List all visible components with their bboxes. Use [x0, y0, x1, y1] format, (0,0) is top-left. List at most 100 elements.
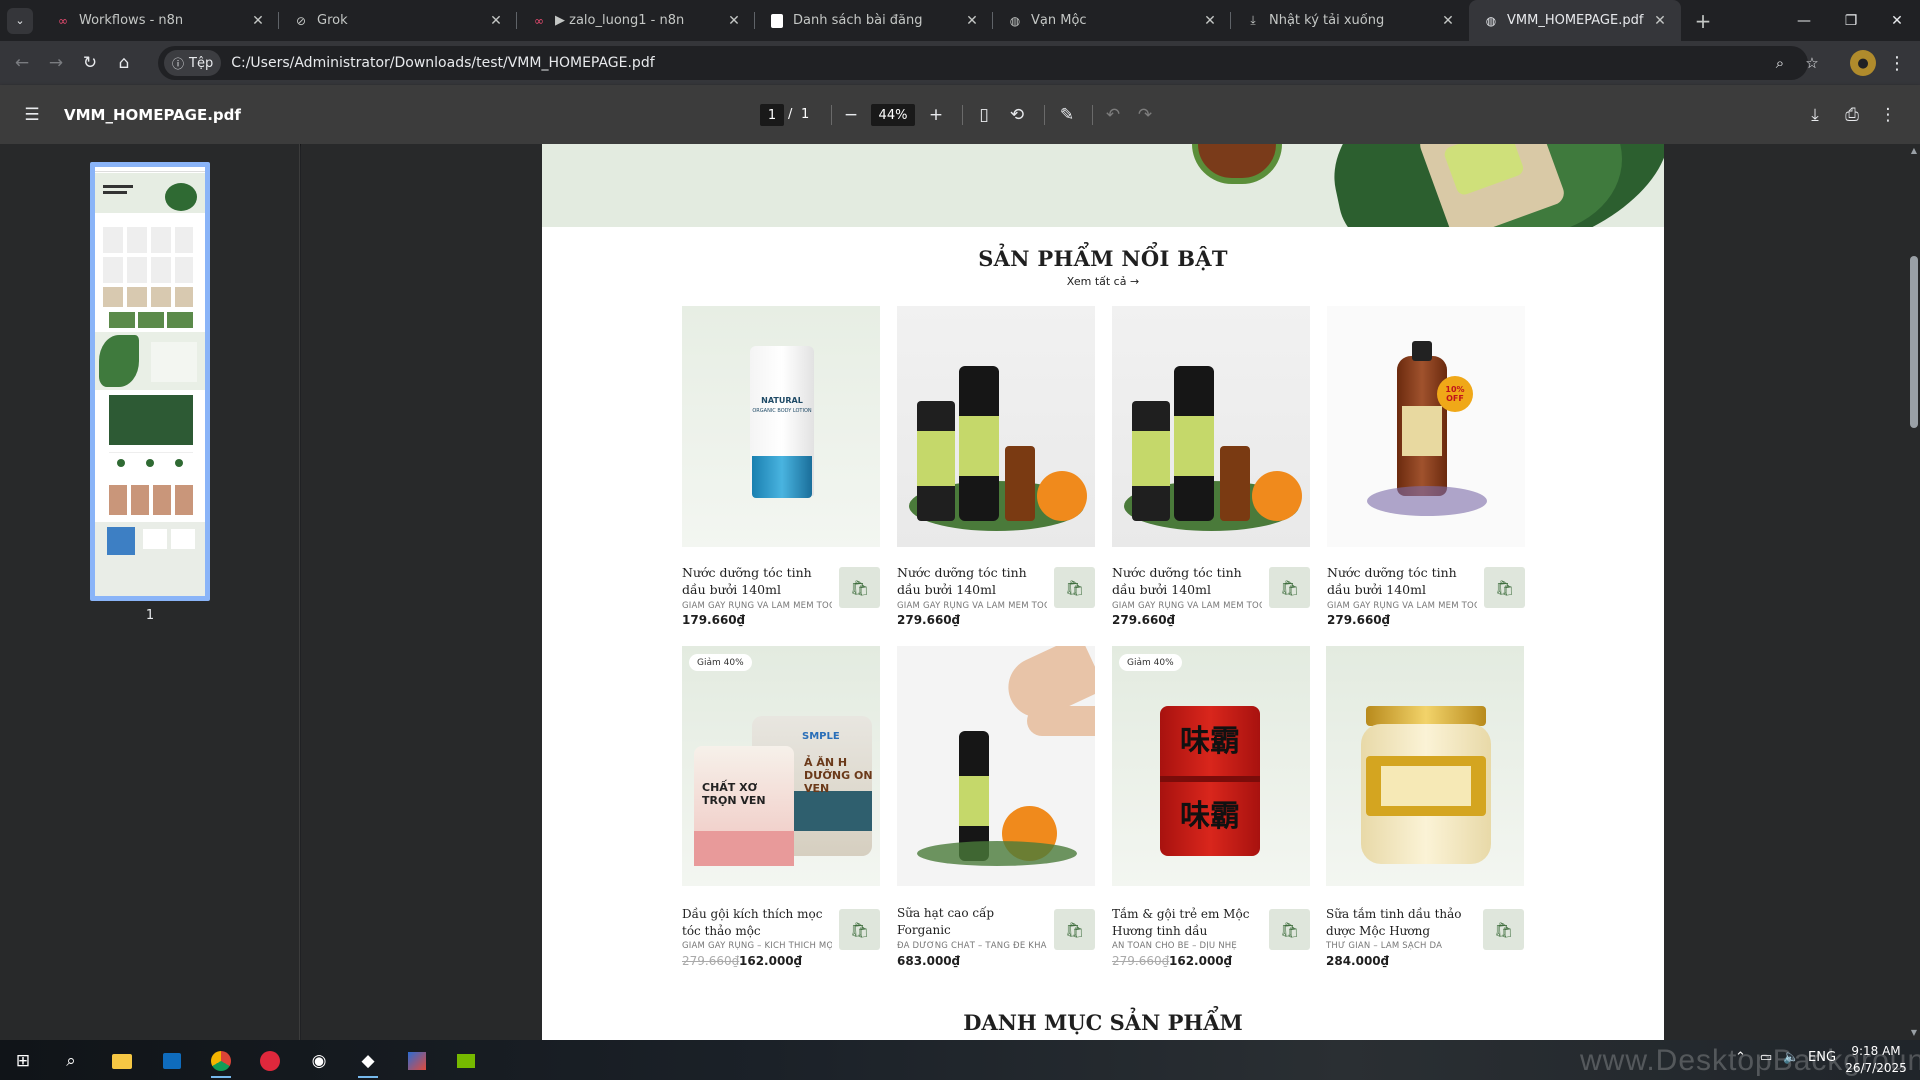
windows-start-icon[interactable]: ⊞ [3, 1044, 43, 1078]
bookmark-star-icon[interactable]: ☆ [1800, 51, 1824, 75]
categories-title: DANH MỤC SẢN PHẨM [963, 1010, 1243, 1035]
scrollbar-thumb[interactable] [1910, 256, 1918, 428]
product-name[interactable]: Nước dưỡng tóc tinh dầu bưởi 140ml [1112, 564, 1262, 598]
zoom-icon[interactable]: ⌕ [1768, 51, 1792, 75]
rotate-icon[interactable]: ⟲ [1002, 100, 1032, 130]
volume-icon[interactable]: 🔈 [1783, 1050, 1799, 1065]
product-name[interactable]: Sữa hạt cao cấp Forganic [897, 905, 1047, 939]
profile-avatar[interactable]: ● [1850, 50, 1876, 76]
tab-zalo-luong1[interactable]: ∞ ▶ zalo_luong1 - n8n ✕ [517, 0, 755, 41]
add-to-cart-button[interactable]: 🛍 [1054, 909, 1095, 950]
scroll-up-icon[interactable]: ▲ [1910, 146, 1918, 155]
page-number-input[interactable]: 1 [760, 104, 784, 126]
close-tab-icon[interactable]: ✕ [725, 13, 743, 29]
reload-button[interactable]: ↻ [73, 46, 107, 80]
chevron-up-icon[interactable]: ⌃ [1735, 1050, 1746, 1065]
product-name[interactable]: Nước dưỡng tóc tinh dầu bưởi 140ml [897, 564, 1047, 598]
add-to-cart-button[interactable]: 🛍 [1484, 567, 1525, 608]
fit-page-icon[interactable]: ▯ [969, 100, 999, 130]
home-button[interactable]: ⌂ [107, 46, 141, 80]
featured-products-title: SẢN PHẨM NỔI BẬT [978, 246, 1228, 271]
microsoft-store-icon[interactable] [152, 1044, 192, 1078]
product-name[interactable]: Nước dưỡng tóc tinh dầu bưởi 140ml [682, 564, 832, 598]
tab-danh-sach-bai-dang[interactable]: Danh sách bài đăng ✕ [755, 0, 993, 41]
shopping-bag-icon: 🛍 [1064, 578, 1085, 597]
close-tab-icon[interactable]: ✕ [487, 13, 505, 29]
close-tab-icon[interactable]: ✕ [1439, 13, 1457, 29]
add-to-cart-button[interactable]: 🛍 [839, 909, 880, 950]
tab-workflows-n8n[interactable]: ∞ Workflows - n8n ✕ [41, 0, 279, 41]
minimize-button[interactable]: — [1781, 0, 1827, 41]
browser-toolbar: ← → ↻ ⌂ ⓘ Tệp C:/Users/Administrator/Dow… [0, 41, 1920, 85]
site-info-label: Tệp [189, 55, 214, 71]
shopping-bag-icon: 🛍 [1279, 578, 1300, 597]
shopping-bag-icon: 🛍 [849, 920, 870, 939]
tab-search-button[interactable]: ⌄ [7, 7, 33, 34]
search-icon[interactable]: ⌕ [51, 1044, 91, 1078]
product-bottle-image [1192, 144, 1282, 184]
add-to-cart-button[interactable]: 🛍 [839, 567, 880, 608]
tab-van-moc[interactable]: ◍ Vạn Mộc ✕ [993, 0, 1231, 41]
sidebar-toggle-icon[interactable]: ☰ [17, 100, 47, 130]
file-explorer-icon[interactable] [102, 1044, 142, 1078]
restore-button[interactable]: ❐ [1828, 0, 1874, 41]
tab-vmm-homepage-pdf[interactable]: ◍ VMM_HOMEPAGE.pdf ✕ [1469, 0, 1681, 41]
product-name[interactable]: Dầu gội kích thích mọc tóc thảo mộc [682, 906, 832, 940]
system-clock[interactable]: 9:18 AM 26/7/2025 [1843, 1043, 1909, 1077]
app-office-icon[interactable] [397, 1044, 437, 1078]
steam-icon[interactable]: ◉ [299, 1044, 339, 1078]
divider [831, 105, 832, 125]
scroll-down-icon[interactable]: ▼ [1910, 1028, 1918, 1037]
page-thumbnail[interactable] [90, 162, 210, 601]
chrome-icon[interactable] [201, 1044, 241, 1078]
app-cube-icon[interactable]: ◆ [348, 1044, 388, 1078]
browser-menu-icon[interactable]: ⋮ [1884, 50, 1910, 76]
close-tab-icon[interactable]: ✕ [249, 13, 267, 29]
zoom-input[interactable]: 44% [871, 104, 915, 126]
close-tab-icon[interactable]: ✕ [1651, 13, 1669, 29]
product-name[interactable]: Tắm & gội trẻ em Mộc Hương tinh dầu [1112, 906, 1262, 940]
more-options-icon[interactable]: ⋮ [1873, 100, 1903, 130]
close-tab-icon[interactable]: ✕ [963, 13, 981, 29]
tab-download-log[interactable]: ⤓ Nhật ký tải xuống ✕ [1231, 0, 1469, 41]
print-icon[interactable]: ⎙ [1837, 100, 1867, 130]
product-price: 279.660₫ [1327, 613, 1391, 627]
new-tab-button[interactable]: + [1689, 7, 1717, 35]
add-to-cart-button[interactable]: 🛍 [1269, 909, 1310, 950]
product-image [897, 646, 1095, 886]
url-text[interactable]: C:/Users/Administrator/Downloads/test/VM… [231, 55, 654, 71]
language-icon[interactable]: ENG [1808, 1050, 1836, 1065]
address-bar[interactable]: ⓘ Tệp C:/Users/Administrator/Downloads/t… [158, 46, 1819, 80]
windows-taskbar: ⊞ ⌕ ◉ ◆ www.DesktopBackground ⌃ ▭ 🔈 ENG … [0, 1040, 1920, 1080]
annotate-pen-icon[interactable]: ✎ [1052, 100, 1082, 130]
network-icon[interactable]: ▭ [1760, 1050, 1772, 1065]
tab-grok[interactable]: ⊘ Grok ✕ [279, 0, 517, 41]
shopping-bag-icon: 🛍 [1493, 920, 1514, 939]
zoom-in-icon[interactable]: + [921, 100, 951, 130]
product-price: 162.000₫ [1169, 954, 1233, 968]
close-window-button[interactable]: ✕ [1874, 0, 1920, 41]
app-red-icon[interactable] [250, 1044, 290, 1078]
undo-icon[interactable]: ↶ [1098, 100, 1128, 130]
forward-button[interactable]: → [39, 46, 73, 80]
close-tab-icon[interactable]: ✕ [1201, 13, 1219, 29]
product-name[interactable]: Nước dưỡng tóc tinh dầu bưởi 140ml [1327, 564, 1477, 598]
pdf-document-area[interactable]: SẢN PHẨM NỔI BẬT Xem tất cả → NATURAL OR… [301, 144, 1908, 1040]
add-to-cart-button[interactable]: 🛍 [1483, 909, 1524, 950]
product-name[interactable]: Sữa tắm tinh dầu thảo dược Mộc Hương [1326, 906, 1476, 940]
add-to-cart-button[interactable]: 🛍 [1054, 567, 1095, 608]
back-button[interactable]: ← [5, 46, 39, 80]
zoom-out-icon[interactable]: − [836, 100, 866, 130]
discount-sticker: 10% OFF [1437, 376, 1473, 412]
product-image: SMPLE Ả ĂN H DƯỠNG ON VEN CHẤT XƠ TRỌN V… [682, 646, 880, 886]
download-icon[interactable]: ⤓ [1800, 100, 1830, 130]
see-all-link[interactable]: Xem tất cả → [542, 275, 1664, 288]
thumbnail-page-label: 1 [145, 608, 155, 623]
redo-icon[interactable]: ↷ [1130, 100, 1160, 130]
site-info-chip[interactable]: ⓘ Tệp [164, 50, 222, 76]
add-to-cart-button[interactable]: 🛍 [1269, 567, 1310, 608]
vertical-scrollbar[interactable]: ▲ ▼ [1908, 144, 1920, 1040]
doc-icon [769, 13, 785, 29]
nvidia-icon[interactable] [446, 1044, 486, 1078]
home-icon: ⌂ [118, 53, 130, 73]
